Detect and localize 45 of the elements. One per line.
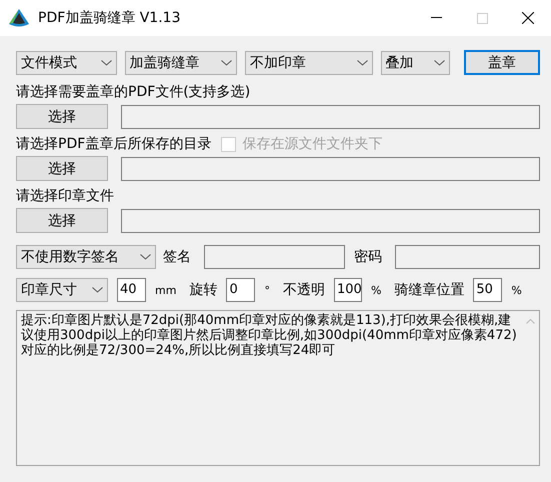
path-field[interactable] bbox=[121, 156, 540, 180]
dropdown[interactable]: 不加印章 bbox=[245, 50, 373, 74]
chevron-down-icon bbox=[92, 287, 103, 293]
unit-label: mm bbox=[155, 284, 176, 296]
window-title: PDF加盖骑缝章 V1.13 bbox=[38, 9, 182, 27]
path-field[interactable] bbox=[121, 104, 540, 128]
password-label: 密码 bbox=[354, 248, 382, 266]
number-field[interactable]: 40 bbox=[117, 278, 146, 302]
select-button[interactable]: 选择 bbox=[16, 208, 108, 233]
dropdown[interactable]: 印章尺寸 bbox=[16, 278, 108, 302]
dropdown[interactable]: 不使用数字签名 bbox=[16, 245, 156, 269]
dropdown[interactable]: 文件模式 bbox=[16, 50, 117, 74]
param-label: 骑缝章位置 bbox=[394, 281, 464, 299]
param-label: 不透明 bbox=[282, 281, 325, 299]
number-field[interactable]: 50 bbox=[473, 278, 502, 302]
checkbox-label: 保存在源文件文件夹下 bbox=[242, 135, 382, 153]
scroll-up-icon bbox=[526, 319, 535, 324]
chevron-down-icon bbox=[221, 60, 232, 66]
unit-label: % bbox=[511, 284, 522, 296]
section-label: 请选择需要盖章的PDF文件(支持多选) bbox=[16, 83, 250, 101]
chevron-down-icon bbox=[434, 60, 446, 66]
section-label: 请选择印章文件 bbox=[16, 187, 114, 205]
param-label: 旋转 bbox=[189, 281, 218, 299]
number-field[interactable]: 0 bbox=[226, 278, 256, 302]
path-field[interactable] bbox=[121, 208, 540, 232]
close-icon[interactable] bbox=[522, 12, 534, 24]
signature-label: 签名 bbox=[163, 248, 191, 266]
minimize-icon[interactable] bbox=[430, 17, 442, 19]
stamp-button[interactable]: 盖章 bbox=[464, 50, 540, 75]
hint-text: 提示:印章图片默认是72dpi(那40mm印章对应的像素就是113),打印效果会很模糊,建议使用300dpi以上的印章图片然后调整印章比例,如300dpi(40mm印章对应像素472)对应的比例是72/300=24%,所以比例直接填写24即可 bbox=[20, 312, 518, 360]
dropdown[interactable]: 叠加 bbox=[380, 50, 450, 74]
chevron-down-icon bbox=[100, 60, 112, 66]
select-button[interactable]: 选择 bbox=[16, 156, 108, 181]
dropdown[interactable]: 加盖骑缝章 bbox=[124, 50, 238, 74]
number-field[interactable]: 100 bbox=[334, 278, 362, 302]
app-logo-icon bbox=[8, 8, 30, 28]
hint-textarea[interactable]: 提示:印章图片默认是72dpi(那40mm印章对应的像素就是113),打印效果会很模糊,建议使用300dpi以上的印章图片然后调整印章比例,如300dpi(40mm印章对应像素472)对应的比例是72/300=24%,所以比例直接填写24即可 bbox=[16, 310, 540, 466]
select-button[interactable]: 选择 bbox=[16, 104, 108, 129]
password-field[interactable] bbox=[395, 245, 540, 269]
chevron-down-icon bbox=[356, 60, 368, 66]
chevron-down-icon bbox=[140, 254, 151, 260]
unit-label: % bbox=[370, 284, 382, 296]
unit-label: ° bbox=[264, 284, 270, 296]
signature-field[interactable] bbox=[204, 245, 345, 269]
section-label: 请选择PDF盖章后所保存的目录 bbox=[16, 135, 212, 153]
